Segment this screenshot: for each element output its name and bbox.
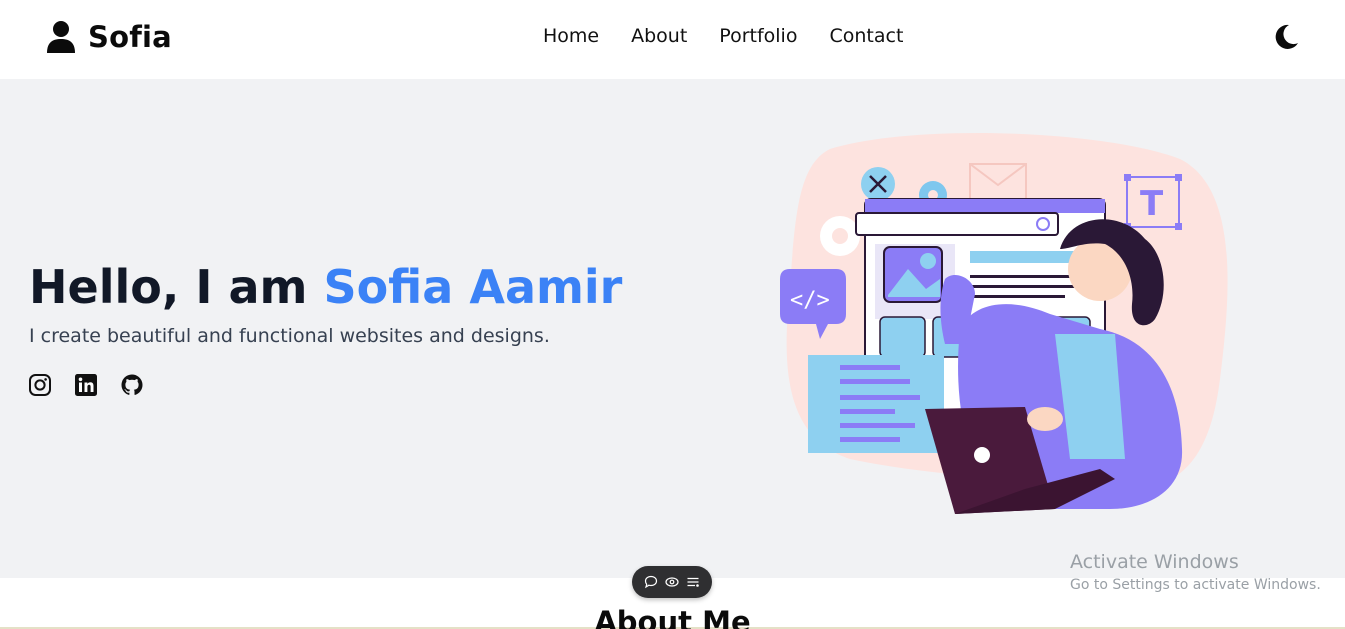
about-heading: About Me: [594, 605, 751, 629]
nav-about[interactable]: About: [631, 25, 687, 47]
windows-activation-watermark: Activate Windows Go to Settings to activ…: [1070, 551, 1321, 593]
hero-subtitle: I create beautiful and functional websit…: [29, 325, 550, 347]
eye-icon[interactable]: [665, 575, 679, 589]
svg-text:T: T: [1140, 184, 1164, 224]
linkedin-icon[interactable]: [74, 373, 98, 397]
menu-icon[interactable]: [686, 575, 700, 589]
hero-title-prefix: Hello, I am: [29, 260, 324, 314]
instagram-icon[interactable]: [28, 373, 52, 397]
social-links: [28, 373, 144, 397]
watermark-line1: Activate Windows: [1070, 551, 1239, 573]
user-icon: [47, 21, 75, 53]
hero-section: Hello, I am Sofia Aamir I create beautif…: [0, 79, 1345, 578]
main-nav: Home About Portfolio Contact: [543, 25, 903, 47]
nav-home[interactable]: Home: [543, 25, 599, 47]
nav-portfolio[interactable]: Portfolio: [719, 25, 797, 47]
brand-name: Sofia: [88, 20, 172, 54]
hero-illustration: T </>: [780, 132, 1228, 514]
nav-contact[interactable]: Contact: [829, 25, 903, 47]
floating-toolbar: [632, 566, 712, 598]
comment-icon[interactable]: [644, 575, 658, 589]
watermark-line2: Go to Settings to activate Windows.: [1070, 577, 1321, 593]
site-header: Sofia Home About Portfolio Contact: [0, 0, 1345, 79]
hero-title-name: Sofia Aamir: [323, 260, 623, 314]
svg-text:</>: </>: [790, 288, 830, 313]
brand[interactable]: Sofia: [46, 20, 172, 54]
github-icon[interactable]: [120, 373, 144, 397]
hero-title: Hello, I am Sofia Aamir: [29, 260, 622, 314]
moon-icon[interactable]: [1270, 22, 1300, 52]
